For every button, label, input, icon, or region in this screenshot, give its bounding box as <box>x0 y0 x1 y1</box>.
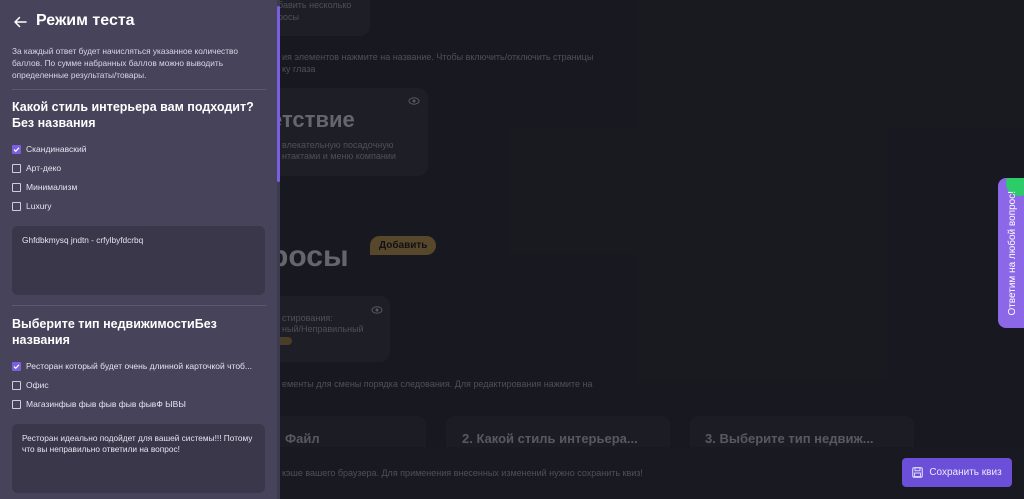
save-quiz-label: Сохранить квиз <box>929 467 1002 478</box>
back-arrow-icon[interactable] <box>12 14 28 30</box>
app-root: бавить несколько росы ия элементов нажми… <box>0 0 1024 499</box>
option-label: Минимализм <box>26 182 78 192</box>
support-side-tab-label: Ответим на любой вопрос! <box>1006 190 1018 316</box>
save-icon <box>912 467 924 478</box>
divider <box>12 305 266 306</box>
top-card[interactable]: бавить несколько росы <box>270 0 370 36</box>
option-minimalism[interactable]: Минимализм <box>12 181 77 193</box>
answer-result-box-1: Ghfdbkmysq jndtn - crfylbyfdcrbq <box>12 226 265 295</box>
eye-icon[interactable] <box>408 95 420 107</box>
question-title-2: Выберите тип недвижимостиБез названия <box>12 317 217 347</box>
pages-hint-line-1: ия элементов нажмите на название. Чтобы … <box>282 52 594 62</box>
checkbox-checked[interactable] <box>12 361 21 371</box>
questions-card-desc-2: ный/Неправильный <box>282 324 364 334</box>
cache-notice: кэше вашего браузера. Для применения вне… <box>282 468 643 478</box>
welcome-title: етствие <box>270 107 355 132</box>
step-title-3: 3. Выберите тип недвиж... <box>705 431 874 446</box>
checkbox[interactable] <box>12 399 21 409</box>
eye-icon[interactable] <box>371 304 383 316</box>
top-card-line-2: росы <box>278 12 299 22</box>
scrollbar-thumb[interactable] <box>277 6 280 182</box>
save-quiz-button[interactable]: Сохранить квиз <box>902 458 1012 487</box>
option-office[interactable]: Офис <box>12 379 49 391</box>
option-label: Скандинавский <box>26 144 87 154</box>
option-art-deco[interactable]: Арт-деко <box>12 162 61 174</box>
option-label: Магазинфыв фыв фыв фыв фывФ ЫВЫ <box>26 399 186 409</box>
option-luxury[interactable]: Luxury <box>12 200 52 212</box>
option-scandinavian[interactable]: Скандинавский <box>12 143 86 155</box>
option-restaurant[interactable]: Ресторан который будет очень длинной кар… <box>12 360 252 372</box>
option-label: Ресторан который будет очень длинной кар… <box>26 361 253 371</box>
divider <box>12 89 266 90</box>
step-title-2: 2. Какой стиль интерьера... <box>462 431 638 446</box>
test-mode-panel: Режим теста За каждый ответ будет начисл… <box>0 0 280 499</box>
answer-result-box-2: Ресторан идеально подойдет для вашей сис… <box>12 424 265 493</box>
question-title-1: Какой стиль интерьера вам подходит?Без н… <box>12 100 254 130</box>
option-label: Арт-деко <box>26 163 62 173</box>
checkbox[interactable] <box>12 182 21 192</box>
check-icon <box>13 363 20 369</box>
checkbox-checked[interactable] <box>12 144 21 154</box>
support-side-tab[interactable]: Ответим на любой вопрос! <box>998 178 1024 328</box>
option-shop[interactable]: Магазинфыв фыв фыв фыв фывФ ЫВЫ <box>12 398 186 410</box>
add-question-button[interactable]: Добавить <box>370 236 437 255</box>
panel-description: За каждый ответ будет начисляться указан… <box>12 46 238 80</box>
option-label: Офис <box>26 380 49 390</box>
top-card-line-1: бавить несколько <box>278 0 352 10</box>
welcome-desc-2: нтактами и меню компании <box>282 151 396 161</box>
step-title-1: Файл <box>285 431 320 446</box>
checkbox[interactable] <box>12 163 21 173</box>
questions-title: росы <box>270 240 349 273</box>
panel-title: Режим теста <box>36 12 135 29</box>
checkbox[interactable] <box>12 380 21 390</box>
check-icon <box>13 146 20 152</box>
option-label: Luxury <box>26 201 52 211</box>
checkbox[interactable] <box>12 201 21 211</box>
pages-hint-line-2: ку глаза <box>282 64 316 74</box>
order-hint: ементы для смены порядка следования. Для… <box>282 379 593 389</box>
